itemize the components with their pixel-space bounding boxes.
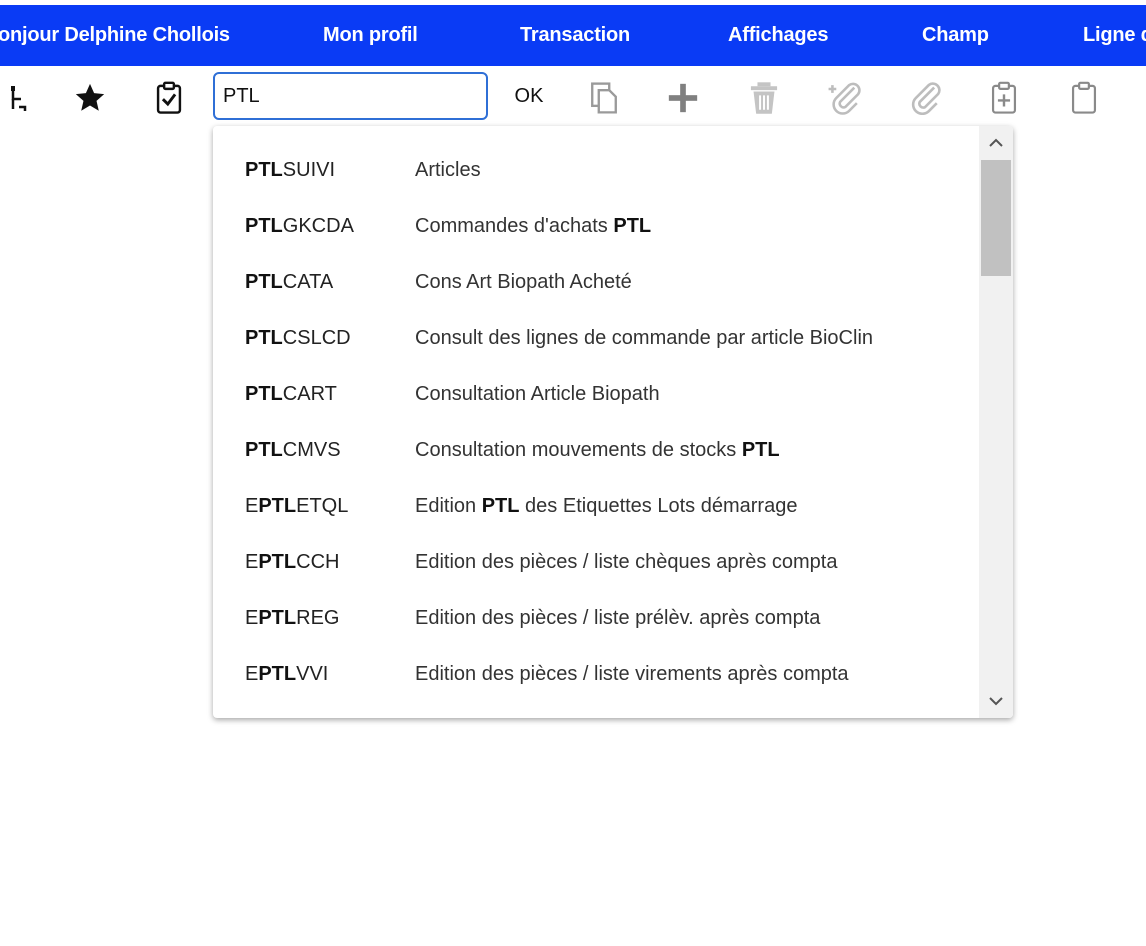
list-item[interactable]: EPTLREG Edition des pièces / liste prélè…: [213, 590, 978, 646]
top-menubar: onjour Delphine Chollois Mon profil Tran…: [0, 5, 1146, 66]
transaction-description: Edition des pièces / liste virements apr…: [415, 663, 849, 685]
menu-champ[interactable]: Champ: [922, 5, 989, 66]
transaction-code: EPTLVVI: [245, 663, 329, 685]
list-item[interactable]: EPTLETQL Edition PTL des Etiquettes Lots…: [213, 478, 978, 534]
attachment-icon[interactable]: [905, 78, 945, 118]
trash-icon[interactable]: [744, 78, 784, 118]
transaction-code: PTLCART: [245, 383, 337, 405]
user-tree-icon[interactable]: [0, 78, 40, 118]
ok-button[interactable]: OK: [505, 76, 553, 116]
transaction-description: Consultation Article Biopath: [415, 383, 660, 405]
menu-transaction[interactable]: Transaction: [520, 5, 630, 66]
plus-icon[interactable]: [663, 78, 703, 118]
transaction-code: PTLCMVS: [245, 439, 341, 461]
menu-affichages[interactable]: Affichages: [728, 5, 828, 66]
transaction-code: EPTLCCH: [245, 551, 340, 573]
transaction-search-input[interactable]: [213, 72, 488, 120]
star-icon[interactable]: [70, 78, 110, 118]
transaction-description: Articles: [415, 159, 481, 181]
list-item[interactable]: PTLCART Consultation Article Biopath: [213, 366, 978, 422]
clipboard-check-icon[interactable]: [149, 78, 189, 118]
transaction-code: EPTLREG: [245, 607, 340, 629]
transaction-description: Cons Art Biopath Acheté: [415, 271, 632, 293]
transaction-code: PTLCATA: [245, 271, 334, 293]
list-item[interactable]: PTLCSLCD Consult des lignes de commande …: [213, 310, 978, 366]
transaction-description: Consultation mouvements de stocks PTL: [415, 439, 780, 461]
menu-mon-profil[interactable]: Mon profil: [323, 5, 418, 66]
scrollbar-thumb[interactable]: [981, 160, 1011, 276]
transaction-description: Consult des lignes de commande par artic…: [415, 327, 874, 349]
transaction-code: EPTLETQL: [245, 495, 349, 517]
transaction-description: Edition des pièces / liste prélèv. après…: [415, 607, 821, 629]
transaction-code: PTLSUIVI: [245, 159, 336, 181]
list-item[interactable]: PTLGKCDA Commandes d'achats PTL: [213, 198, 978, 254]
autocomplete-dropdown: PTLSUIVI Articles PTLGKCDA Commandes d'a…: [213, 126, 1013, 718]
menu-greeting[interactable]: onjour Delphine Chollois: [0, 5, 230, 66]
list-item[interactable]: EPTLCCH Edition des pièces / liste chèqu…: [213, 534, 978, 590]
list-item[interactable]: PTLCATA Cons Art Biopath Acheté: [213, 254, 978, 310]
toolbar: [0, 66, 1146, 128]
list-item[interactable]: PTLCMVS Consultation mouvements de stock…: [213, 422, 978, 478]
dropdown-scrollbar[interactable]: [979, 126, 1013, 718]
add-attachment-icon[interactable]: [824, 78, 864, 118]
transaction-description: Edition des pièces / liste chèques après…: [415, 551, 838, 573]
menu-ligne[interactable]: Ligne d: [1083, 5, 1146, 66]
transaction-code: PTLCSLCD: [245, 327, 351, 349]
clipboard-plus-icon[interactable]: [984, 78, 1024, 118]
list-item[interactable]: PTLSUIVI Articles: [213, 142, 978, 198]
autocomplete-list: PTLSUIVI Articles PTLGKCDA Commandes d'a…: [213, 142, 978, 702]
chevron-up-icon[interactable]: [979, 128, 1013, 158]
transaction-code: PTLGKCDA: [245, 215, 354, 237]
list-item[interactable]: EPTLVVI Edition des pièces / liste virem…: [213, 646, 978, 702]
copy-icon[interactable]: [584, 78, 624, 118]
transaction-description: Edition PTL des Etiquettes Lots démarrag…: [415, 495, 798, 517]
chevron-down-icon[interactable]: [979, 686, 1013, 716]
clipboard-icon[interactable]: [1064, 78, 1104, 118]
transaction-description: Commandes d'achats PTL: [415, 215, 652, 237]
